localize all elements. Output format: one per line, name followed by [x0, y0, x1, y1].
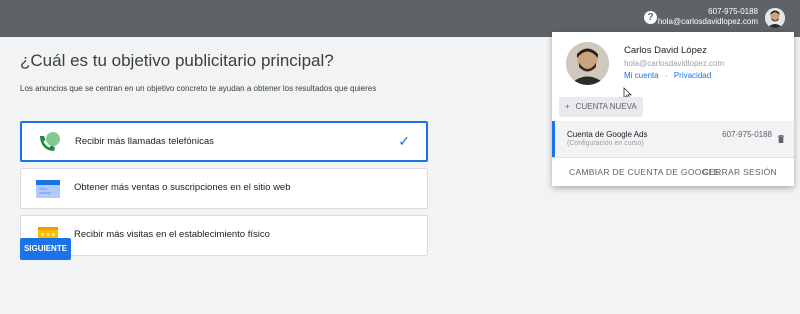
- new-account-button[interactable]: + CUENTA NUEVA: [559, 97, 643, 117]
- plus-icon: +: [565, 102, 570, 111]
- option-store-visits[interactable]: Recibir más visitas en el establecimient…: [20, 215, 428, 256]
- trash-icon[interactable]: [778, 130, 784, 143]
- sign-out-button[interactable]: CERRAR SESIÓN: [703, 167, 777, 177]
- option-label: Recibir más llamadas telefónicas: [75, 136, 214, 147]
- website-icon: [35, 178, 61, 200]
- switch-account-button[interactable]: CAMBIAR DE CUENTA DE GOOGLE: [569, 167, 720, 177]
- next-button[interactable]: SIGUIENTE: [20, 238, 71, 260]
- phone-icon: [36, 132, 62, 154]
- account-email: hola@carlosdavidlopez.com: [657, 17, 758, 26]
- ads-account-title: Cuenta de Google Ads: [567, 130, 648, 139]
- new-account-label: CUENTA NUEVA: [575, 102, 637, 111]
- account-name: Carlos David López: [624, 45, 707, 56]
- my-account-link[interactable]: Mi cuenta: [624, 71, 659, 80]
- privacy-link[interactable]: Privacidad: [674, 71, 711, 80]
- ads-account-status: (Configuración en curso): [567, 140, 644, 147]
- account-email: hola@carlosdavidlopez.com: [624, 59, 725, 68]
- option-label: Obtener más ventas o suscripciones en el…: [74, 182, 291, 193]
- account-links: Mi cuenta - Privacidad: [624, 71, 711, 80]
- avatar: [566, 42, 609, 85]
- account-phone: 607-975-0188: [708, 7, 758, 16]
- page-subtitle: Los anuncios que se centran en un objeti…: [20, 84, 377, 93]
- ads-account-phone: 607-975-0188: [722, 130, 772, 139]
- avatar[interactable]: [765, 8, 785, 28]
- link-separator: -: [664, 71, 668, 80]
- option-website-sales[interactable]: Obtener más ventas o suscripciones en el…: [20, 168, 428, 209]
- option-phone-calls[interactable]: Recibir más llamadas telefónicas ✓: [20, 121, 428, 162]
- dropdown-footer: CAMBIAR DE CUENTA DE GOOGLE CERRAR SESIÓ…: [552, 157, 794, 186]
- help-icon[interactable]: ?: [644, 11, 657, 24]
- ads-account-item[interactable]: Cuenta de Google Ads (Configuración en c…: [552, 121, 794, 157]
- option-label: Recibir más visitas en el establecimient…: [74, 229, 270, 240]
- check-icon: ✓: [398, 133, 410, 149]
- page-title: ¿Cuál es tu objetivo publicitario princi…: [20, 51, 334, 70]
